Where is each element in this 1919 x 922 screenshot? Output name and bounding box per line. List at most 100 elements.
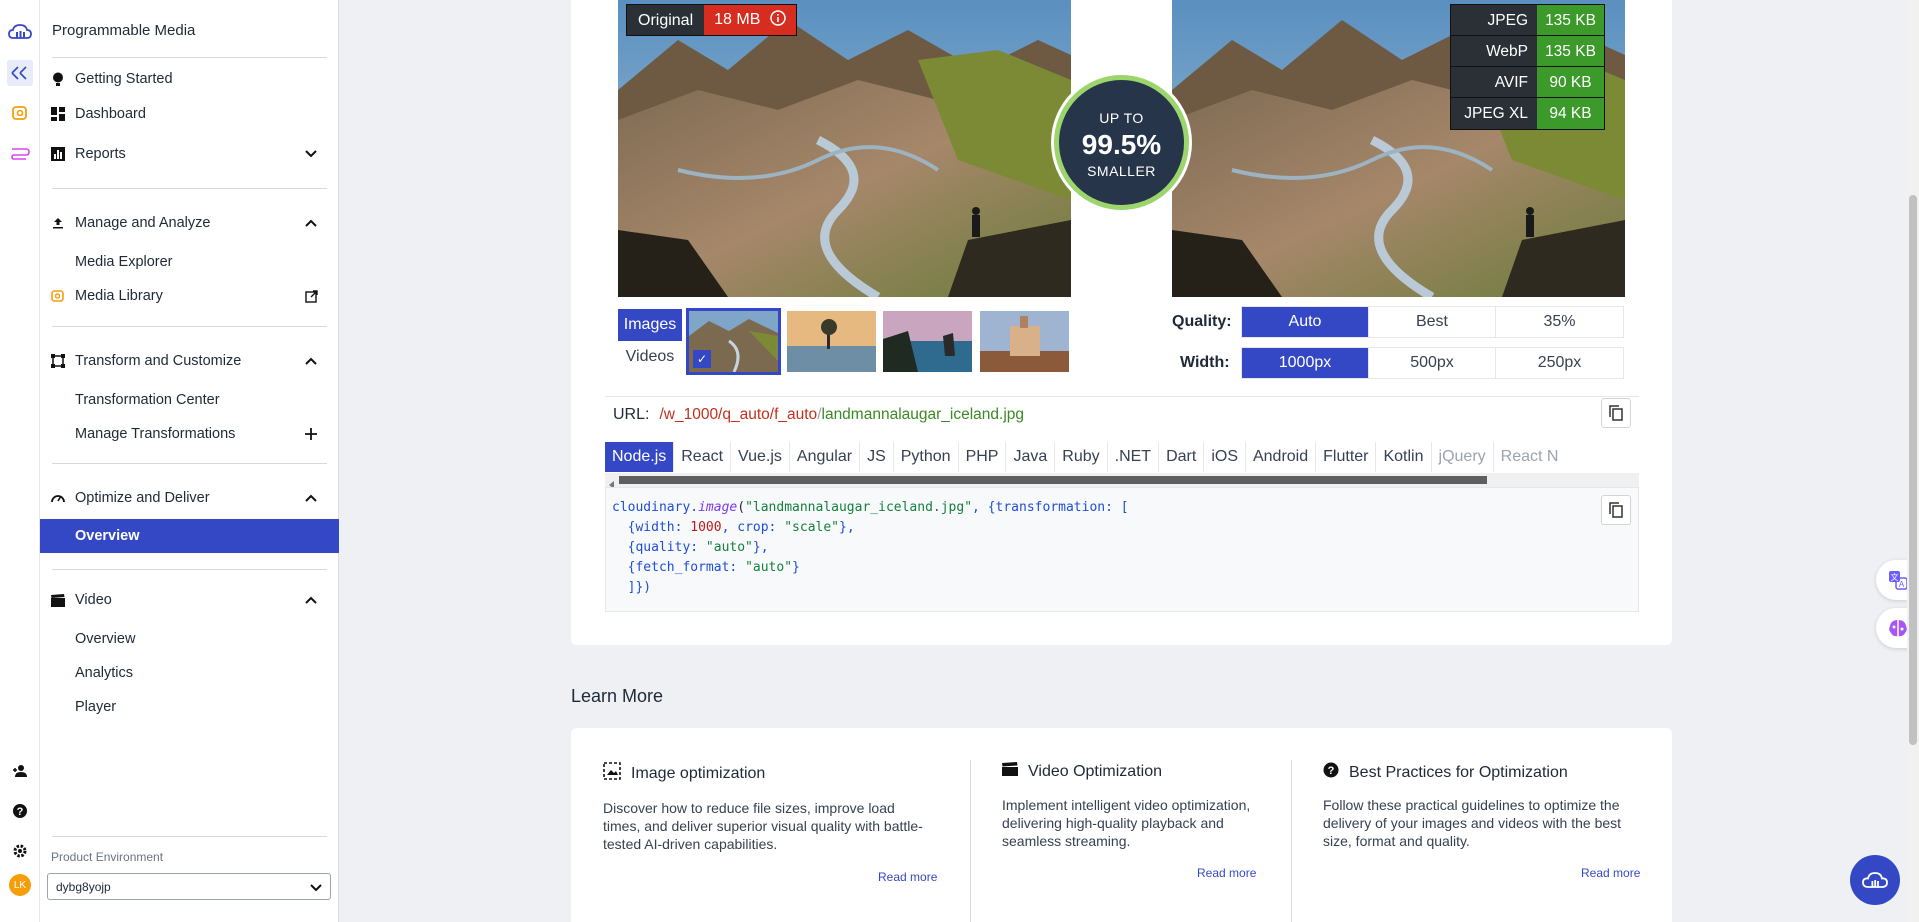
url-value[interactable]: /w_1000/q_auto/f_auto/landmannalaugar_ic… bbox=[659, 406, 1024, 424]
avatar[interactable]: LK bbox=[7, 872, 33, 898]
tabs-scrollbar[interactable] bbox=[605, 473, 1639, 489]
sidebar-item-overview-active[interactable]: Overview bbox=[40, 519, 339, 553]
divider bbox=[1291, 760, 1292, 922]
read-more-link[interactable]: Read more bbox=[1581, 866, 1640, 880]
width-option-250[interactable]: 250px bbox=[1496, 348, 1623, 378]
tab-js[interactable]: JS bbox=[860, 442, 894, 472]
tab-dart[interactable]: Dart bbox=[1159, 442, 1205, 472]
code-snippet[interactable]: cloudinary.image("landmannalaugar_icelan… bbox=[605, 487, 1639, 612]
chevron-up-icon[interactable] bbox=[303, 490, 319, 506]
chevron-down-icon[interactable] bbox=[303, 146, 319, 162]
images-tab[interactable]: Images bbox=[618, 309, 682, 341]
chevron-up-icon[interactable] bbox=[303, 592, 319, 608]
tab-ios[interactable]: iOS bbox=[1204, 442, 1246, 472]
tab-flutter[interactable]: Flutter bbox=[1316, 442, 1377, 472]
tab-vuejs[interactable]: Vue.js bbox=[731, 442, 790, 472]
code-token: {quality: bbox=[612, 540, 706, 555]
external-link-icon[interactable] bbox=[303, 288, 319, 304]
product-environment-select[interactable]: dybg8yojp bbox=[47, 873, 331, 900]
bar-chart-icon bbox=[50, 146, 66, 162]
sidebar-section-video[interactable]: Video bbox=[40, 585, 339, 615]
page-scrollbar-thumb[interactable] bbox=[1909, 195, 1917, 745]
info-icon[interactable] bbox=[770, 9, 787, 31]
sidebar-item-manage-transformations[interactable]: Manage Transformations bbox=[40, 419, 339, 449]
read-more-link[interactable]: Read more bbox=[1197, 866, 1256, 880]
tab-android[interactable]: Android bbox=[1246, 442, 1317, 472]
svg-text:?: ? bbox=[1328, 765, 1335, 777]
sample-thumbnail-castle[interactable] bbox=[980, 311, 1069, 372]
learn-more-card: Image optimization Discover how to reduc… bbox=[571, 728, 1672, 922]
copy-url-button[interactable] bbox=[1601, 398, 1631, 428]
chat-support-button[interactable] bbox=[1850, 855, 1900, 905]
tab-angular[interactable]: Angular bbox=[790, 442, 861, 472]
tab-ruby[interactable]: Ruby bbox=[1055, 442, 1108, 472]
divider bbox=[52, 57, 327, 58]
help-icon[interactable]: ? bbox=[7, 798, 33, 824]
sidebar-section-transform-and-customize[interactable]: Transform and Customize bbox=[40, 346, 339, 376]
sidebar-section-manage-and-analyze[interactable]: Manage and Analyze bbox=[40, 208, 339, 238]
chevron-up-icon[interactable] bbox=[303, 215, 319, 231]
copy-code-button[interactable] bbox=[1601, 495, 1631, 525]
cloudinary-logo-icon[interactable] bbox=[7, 18, 33, 44]
sidebar-item-media-library[interactable]: Media Library bbox=[40, 281, 339, 311]
sidebar-item-transformation-center[interactable]: Transformation Center bbox=[40, 385, 339, 415]
assets-icon[interactable] bbox=[7, 100, 33, 126]
code-token: }, bbox=[752, 540, 769, 555]
programmable-media-icon[interactable] bbox=[7, 60, 33, 86]
learn-card-title[interactable]: ? Best Practices for Optimization bbox=[1323, 762, 1568, 783]
tab-kotlin[interactable]: Kotlin bbox=[1376, 442, 1432, 472]
tab-dotnet[interactable]: .NET bbox=[1108, 442, 1160, 472]
sidebar-item-label: Transformation Center bbox=[75, 392, 220, 408]
video-api-icon[interactable] bbox=[7, 140, 33, 166]
divider bbox=[52, 188, 327, 189]
tab-react[interactable]: React bbox=[674, 442, 732, 472]
savings-circle: UP TO 99.5% SMALLER bbox=[1054, 75, 1189, 210]
dashboard-icon bbox=[50, 106, 66, 122]
chevron-up-icon[interactable] bbox=[303, 353, 319, 369]
sample-thumbnail-iceland[interactable]: ✓ bbox=[686, 308, 781, 375]
sidebar-item-media-explorer[interactable]: Media Explorer bbox=[40, 247, 339, 277]
sidebar-item-label: Getting Started bbox=[75, 71, 173, 87]
check-icon: ✓ bbox=[693, 350, 711, 368]
sidebar-section-optimize-and-deliver[interactable]: Optimize and Deliver bbox=[40, 483, 339, 513]
quality-option-best[interactable]: Best bbox=[1369, 307, 1496, 337]
sidebar-item-analytics[interactable]: Analytics bbox=[40, 658, 339, 688]
width-option-500[interactable]: 500px bbox=[1369, 348, 1496, 378]
tab-nodejs[interactable]: Node.js bbox=[605, 442, 675, 472]
sidebar-item-label: Analytics bbox=[75, 665, 134, 681]
settings-gear-icon[interactable] bbox=[7, 838, 33, 864]
tab-react-native[interactable]: React N bbox=[1494, 442, 1566, 472]
tab-python[interactable]: Python bbox=[894, 442, 959, 472]
sidebar-item-dashboard[interactable]: Dashboard bbox=[40, 99, 339, 129]
sidebar-item-label: Overview bbox=[75, 528, 140, 544]
lightbulb-icon bbox=[50, 71, 66, 87]
tab-php[interactable]: PHP bbox=[959, 442, 1007, 472]
sidebar-item-label: Player bbox=[75, 699, 117, 715]
sidebar-item-video-overview[interactable]: Overview bbox=[40, 624, 339, 654]
read-more-link[interactable]: Read more bbox=[878, 870, 937, 884]
tab-jquery[interactable]: jQuery bbox=[1432, 442, 1494, 472]
videos-tab[interactable]: Videos bbox=[618, 341, 682, 373]
plus-icon[interactable] bbox=[303, 426, 319, 442]
scroll-left-icon[interactable] bbox=[609, 476, 615, 489]
sidebar-item-getting-started[interactable]: Getting Started bbox=[40, 64, 339, 94]
sidebar-item-player[interactable]: Player bbox=[40, 692, 339, 722]
code-token: "landmannalaugar_iceland.jpg" bbox=[745, 500, 973, 515]
quality-label: Quality: bbox=[1172, 313, 1232, 330]
page-scrollbar[interactable] bbox=[1907, 0, 1919, 922]
tab-java[interactable]: Java bbox=[1006, 442, 1056, 472]
quality-option-35[interactable]: 35% bbox=[1496, 307, 1623, 337]
code-token: }, bbox=[839, 520, 855, 535]
learn-card-title[interactable]: Video Optimization bbox=[1002, 762, 1162, 781]
format-row: AVIF 90 KB bbox=[1451, 67, 1604, 98]
format-row: JPEG 135 KB bbox=[1451, 5, 1604, 36]
learn-more-heading: Learn More bbox=[571, 686, 664, 706]
sample-thumbnail-lake[interactable] bbox=[787, 311, 876, 372]
invite-user-icon[interactable] bbox=[7, 758, 33, 784]
sample-thumbnail-cliffs[interactable] bbox=[883, 311, 972, 372]
scrollbar-thumb[interactable] bbox=[619, 476, 1487, 484]
quality-option-auto[interactable]: Auto bbox=[1242, 307, 1369, 337]
sidebar-item-reports[interactable]: Reports bbox=[40, 139, 339, 169]
learn-card-title[interactable]: Image optimization bbox=[603, 762, 765, 785]
width-option-1000[interactable]: 1000px bbox=[1242, 348, 1369, 378]
